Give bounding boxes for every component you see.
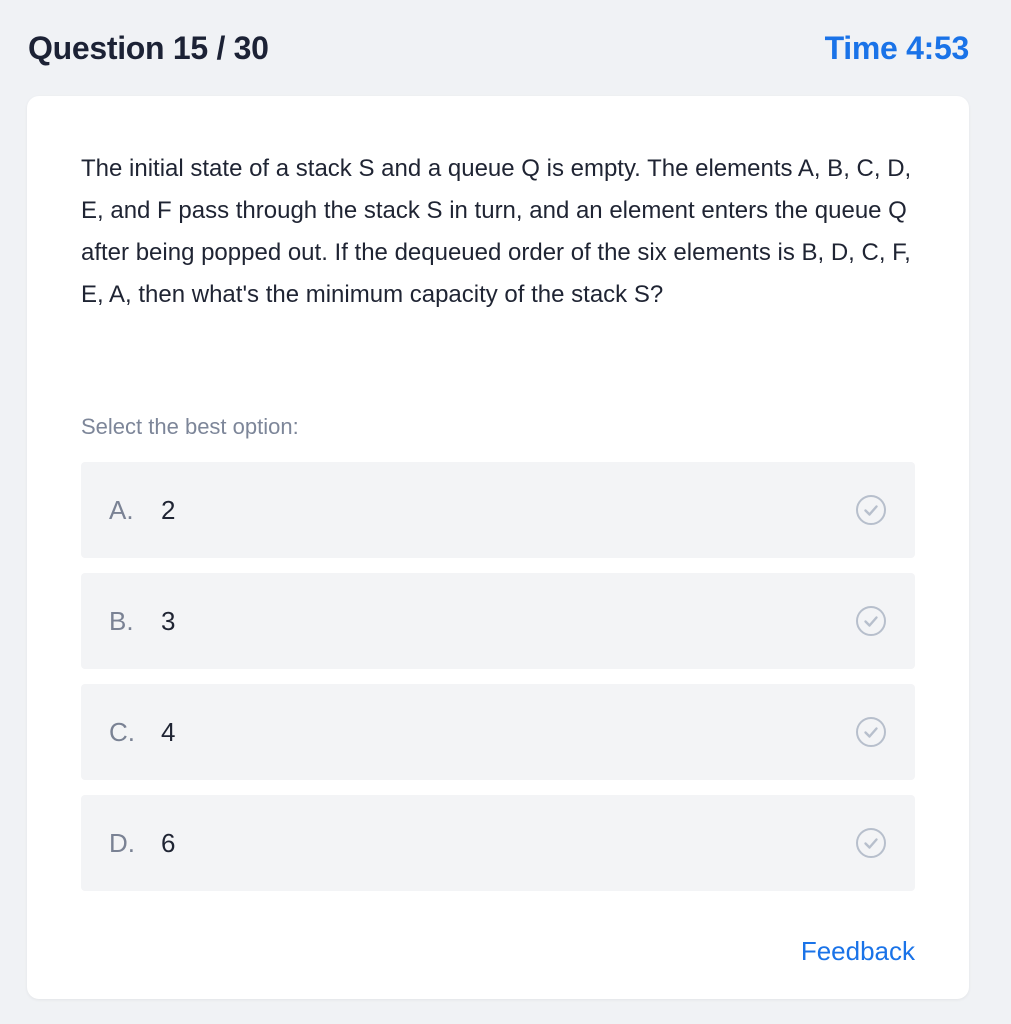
question-counter: Question 15 / 30	[28, 29, 269, 66]
option-value: 6	[161, 827, 176, 858]
select-prompt: Select the best option:	[81, 414, 299, 439]
option-value: 4	[161, 716, 176, 747]
check-circle-icon	[856, 828, 886, 858]
check-circle-icon	[856, 717, 886, 747]
option-c[interactable]: C. 4	[81, 684, 915, 780]
option-b[interactable]: B. 3	[81, 573, 915, 669]
option-value: 3	[161, 605, 176, 636]
option-letter: B.	[109, 605, 134, 636]
option-a[interactable]: A. 2	[81, 462, 915, 558]
question-text: The initial state of a stack S and a que…	[81, 155, 912, 308]
option-letter: A.	[109, 494, 134, 525]
check-circle-icon	[856, 495, 886, 525]
option-value: 2	[161, 494, 176, 525]
header: Question 15 / 30 Time 4:53	[28, 26, 969, 70]
check-circle-icon	[856, 606, 886, 636]
question-card: The initial state of a stack S and a que…	[27, 96, 969, 999]
feedback-link[interactable]: Feedback	[801, 936, 915, 967]
options-list: A. 2 B. 3 C. 4 D. 6	[81, 462, 915, 906]
option-d[interactable]: D. 6	[81, 795, 915, 891]
option-letter: C.	[109, 716, 135, 747]
timer: Time 4:53	[824, 29, 970, 66]
option-letter: D.	[109, 827, 135, 858]
